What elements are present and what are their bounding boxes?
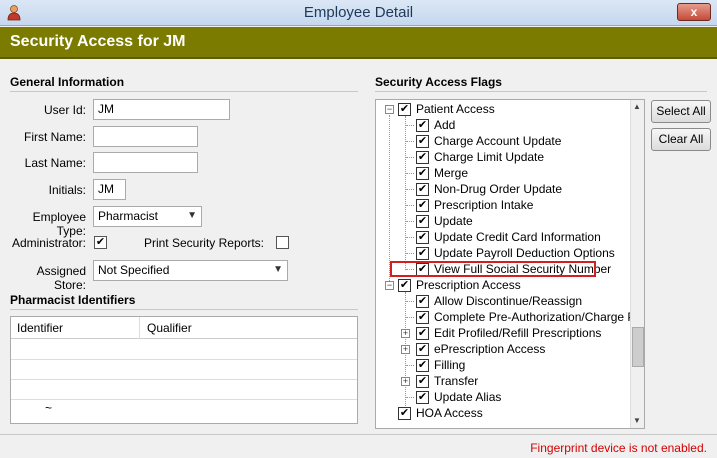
tree-connector [406,189,414,190]
expand-icon[interactable]: + [401,329,410,338]
user-id-label: User Id: [43,103,86,117]
new-row-marker: ~ [45,401,53,415]
tree-checkbox[interactable]: ✔ [416,151,429,164]
user-id-input[interactable]: JM [93,99,230,120]
table-row [11,359,357,360]
assigned-store-value: Not Specified [98,263,170,277]
administrator-checkbox[interactable]: ✔ [94,236,107,249]
tree-checkbox[interactable]: ✔ [416,343,429,356]
select-all-button[interactable]: Select All [651,100,711,123]
tree-checkbox[interactable]: ✔ [398,279,411,292]
collapse-icon[interactable]: − [385,105,394,114]
header-band: Security Access for JM [0,27,717,59]
tree-connector [406,397,414,398]
tree-scrollbar[interactable]: ▲ ▼ [630,100,644,428]
print-security-reports-checkbox[interactable] [276,236,289,249]
tree-connector [406,157,414,158]
column-header-identifier[interactable]: Identifier [17,321,63,335]
initials-input[interactable]: JM [93,179,126,200]
tree-connector [389,115,390,285]
table-row [11,379,357,380]
chevron-down-icon: ▼ [187,210,197,221]
tree-checkbox[interactable]: ✔ [416,295,429,308]
tree-checkbox[interactable]: ✔ [416,231,429,244]
general-info-divider [10,91,358,92]
tree-connector [406,237,414,238]
last-name-label: Last Name: [24,156,86,170]
administrator-label: Administrator: [11,236,86,250]
chevron-down-icon: ▼ [273,264,283,275]
close-button[interactable]: x [677,3,711,21]
assigned-store-select[interactable]: Not Specified ▼ [93,260,288,281]
column-header-qualifier[interactable]: Qualifier [147,321,192,335]
pharmacist-identifiers-title: Pharmacist Identifiers [10,293,136,307]
clear-all-button[interactable]: Clear All [651,128,711,151]
tree-connector [406,125,414,126]
print-security-reports-label: Print Security Reports: [143,236,264,250]
scroll-down-icon[interactable]: ▼ [633,416,641,425]
security-flags-title: Security Access Flags [375,75,502,89]
first-name-label: First Name: [23,130,86,144]
tree-checkbox[interactable]: ✔ [416,215,429,228]
table-row [11,399,357,400]
status-message: Fingerprint device is not enabled. [530,441,707,455]
tree-connector [406,205,414,206]
security-flags-divider [375,91,707,92]
tree-checkbox[interactable]: ✔ [398,407,411,420]
tree-connector [406,317,414,318]
status-bar: Fingerprint device is not enabled. [0,434,717,458]
tree-checkbox[interactable]: ✔ [416,135,429,148]
last-name-input[interactable] [93,152,198,173]
pharmacist-identifiers-divider [10,309,358,310]
tree-checkbox[interactable]: ✔ [416,327,429,340]
identifiers-grid[interactable]: Identifier Qualifier ~ [10,316,358,424]
tree-connector [406,141,414,142]
general-info-title: General Information [10,75,125,89]
tree-checkbox[interactable]: ✔ [416,183,429,196]
tree-checkbox[interactable]: ✔ [416,391,429,404]
collapse-icon[interactable]: − [385,281,394,290]
employee-type-value: Pharmacist [98,209,159,223]
column-separator [139,317,140,339]
tree-connector [406,221,414,222]
expand-icon[interactable]: + [401,345,410,354]
tree-checkbox[interactable]: ✔ [416,199,429,212]
first-name-input[interactable] [93,126,198,147]
highlight-box [390,261,596,277]
expand-icon[interactable]: + [401,377,410,386]
scroll-thumb[interactable] [632,327,644,367]
tree-checkbox[interactable]: ✔ [416,167,429,180]
tree-connector [406,301,414,302]
tree-checkbox[interactable]: ✔ [416,119,429,132]
employee-type-select[interactable]: Pharmacist ▼ [93,206,202,227]
page-title: Security Access for JM [10,33,186,50]
scroll-up-icon[interactable]: ▲ [633,102,641,111]
tree-connector [406,253,414,254]
tree-checkbox[interactable]: ✔ [416,359,429,372]
tree-checkbox[interactable]: ✔ [416,375,429,388]
tree-checkbox[interactable]: ✔ [416,311,429,324]
initials-label: Initials: [48,183,86,197]
tree-connector [406,365,414,366]
grid-header: Identifier Qualifier [11,317,357,339]
tree-checkbox[interactable]: ✔ [398,103,411,116]
tree-connector [406,173,414,174]
employee-type-label: Employee Type: [32,210,86,238]
window-titlebar: Employee Detail x [0,0,717,26]
tree-checkbox[interactable]: ✔ [416,247,429,260]
assigned-store-label: Assigned Store: [36,264,86,292]
window-title: Employee Detail [303,4,414,21]
tree-connector [405,116,406,270]
